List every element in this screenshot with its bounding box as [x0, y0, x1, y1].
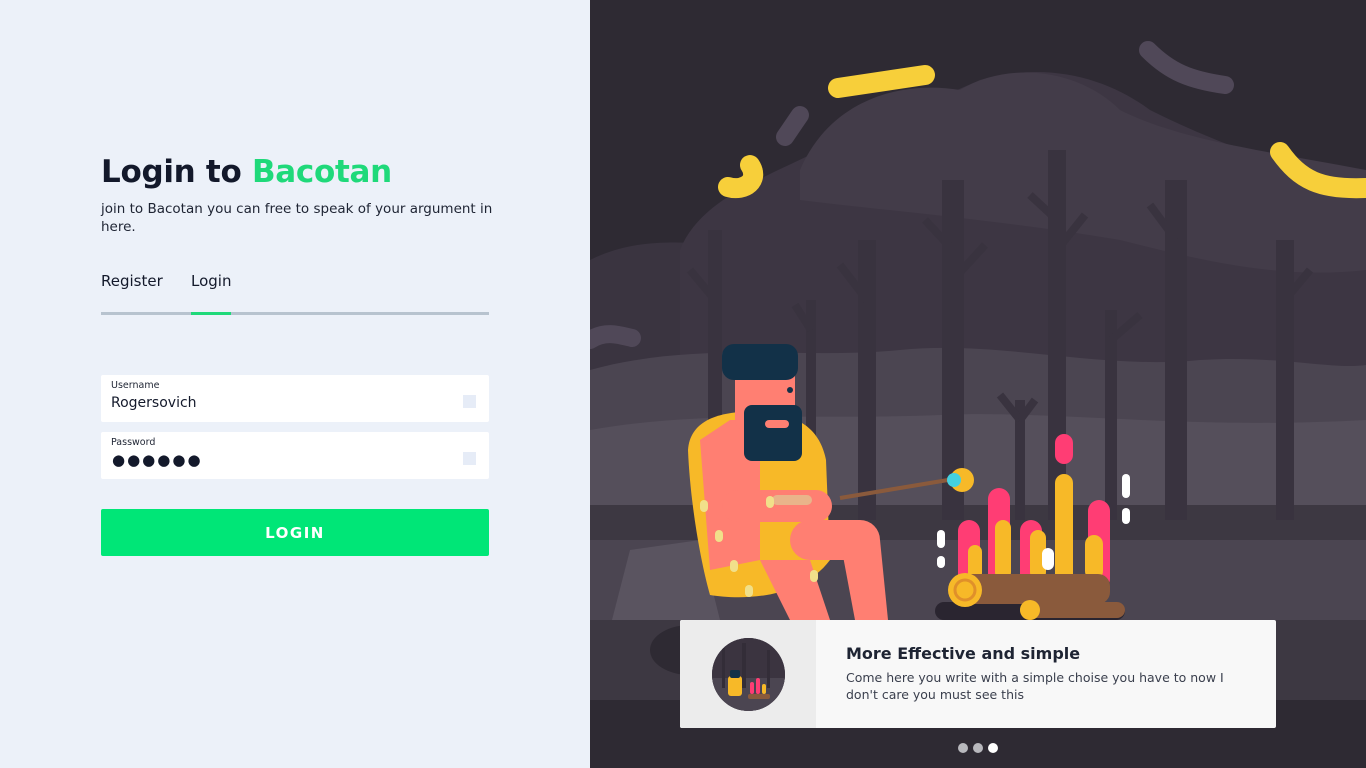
- active-tab-indicator: [191, 312, 231, 315]
- feature-title: More Effective and simple: [846, 644, 1081, 663]
- username-label: Username: [111, 380, 160, 391]
- auth-tabs: Register Login: [101, 272, 489, 316]
- tab-login[interactable]: Login: [191, 272, 231, 290]
- title-brand: Bacotan: [251, 154, 392, 190]
- carousel-dot-2[interactable]: [973, 743, 983, 753]
- field-status-icon: [463, 395, 476, 408]
- carousel-dot-3[interactable]: [988, 743, 998, 753]
- username-field[interactable]: Username: [101, 375, 489, 422]
- feature-description: Come here you write with a simple choise…: [846, 670, 1224, 702]
- login-panel: Login to Bacotan join to Bacotan you can…: [0, 0, 590, 768]
- feature-thumbnail: [680, 620, 816, 728]
- campfire-thumbnail-image: [712, 638, 785, 711]
- tab-register[interactable]: Register: [101, 272, 163, 290]
- password-label: Password: [111, 437, 156, 448]
- carousel-dots: [958, 743, 1002, 753]
- carousel-dot-1[interactable]: [958, 743, 968, 753]
- page-title: Login to Bacotan: [101, 154, 392, 190]
- feature-avatar: [712, 638, 785, 711]
- field-status-icon: [463, 452, 476, 465]
- title-prefix: Login to: [101, 154, 242, 190]
- password-input[interactable]: ●●●●●●: [112, 451, 203, 469]
- tabs-underline: [101, 312, 489, 315]
- username-input[interactable]: [111, 395, 451, 411]
- password-field[interactable]: Password ●●●●●●: [101, 432, 489, 479]
- login-button[interactable]: LOGIN: [101, 509, 489, 556]
- page-subtitle: join to Bacotan you can free to speak of…: [101, 201, 493, 235]
- feature-card: More Effective and simple Come here you …: [680, 620, 1276, 728]
